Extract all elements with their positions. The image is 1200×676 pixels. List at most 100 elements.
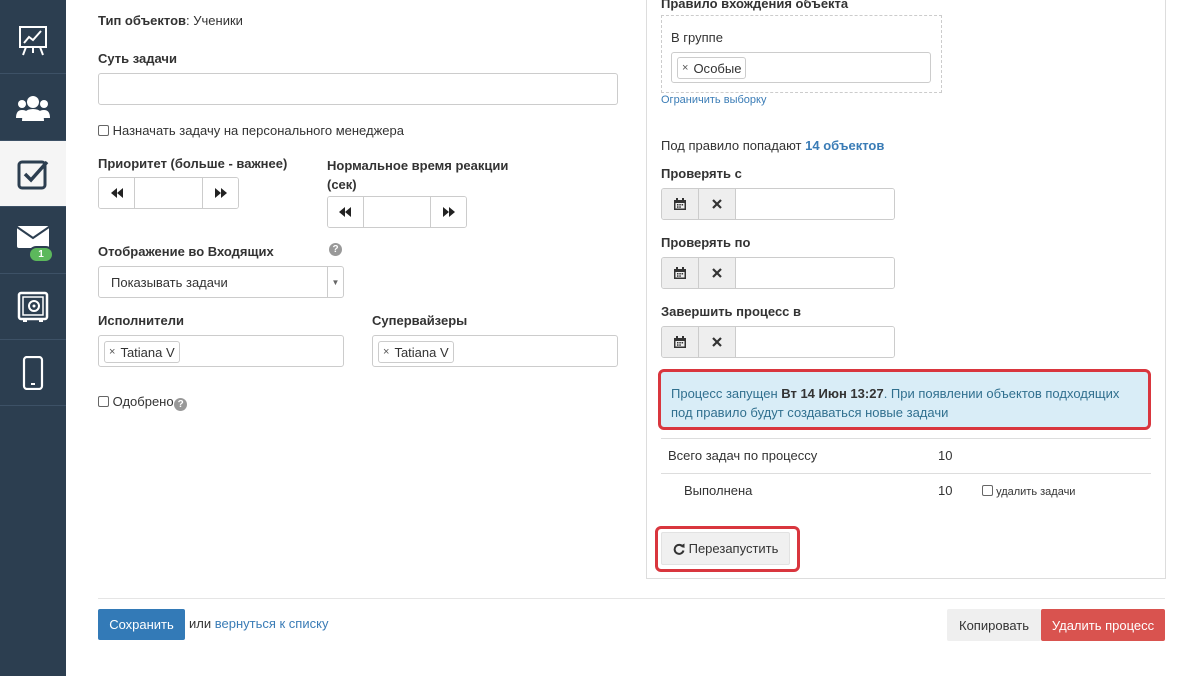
supervisors-label: Супервайзеры bbox=[372, 313, 468, 328]
task-essence-input[interactable] bbox=[98, 73, 618, 105]
restart-button-label: Перезапустить bbox=[688, 541, 779, 556]
reaction-time-label-line1: Нормальное время реакции bbox=[327, 158, 509, 173]
inbox-display-label: Отображение во Входящих bbox=[98, 244, 274, 259]
object-type-label: Тип объектов bbox=[98, 13, 187, 28]
calendar-icon bbox=[674, 267, 686, 279]
stats-divider bbox=[661, 438, 1151, 439]
in-group-label: В группе bbox=[671, 30, 723, 45]
alert-prefix: Процесс запущен bbox=[671, 386, 782, 401]
sidebar: 1 bbox=[0, 0, 66, 676]
check-to-input[interactable] bbox=[736, 258, 894, 288]
supervisor-tag: × Tatiana V bbox=[378, 341, 454, 363]
inbox-display-select[interactable]: Показывать задачи ▼ bbox=[98, 266, 344, 298]
done-tasks-label: Выполнена bbox=[684, 483, 753, 498]
done-tasks-value: 10 bbox=[938, 483, 953, 498]
help-icon[interactable]: ? bbox=[329, 243, 342, 256]
fast-forward-icon bbox=[442, 207, 455, 217]
total-tasks-value: 10 bbox=[938, 448, 953, 463]
priority-decrease-button[interactable] bbox=[99, 178, 135, 208]
inbox-display-value: Показывать задачи bbox=[111, 274, 228, 290]
delete-tasks-checkbox[interactable] bbox=[982, 485, 993, 496]
delete-tasks-row: удалить задачи bbox=[982, 485, 1075, 498]
reaction-time-input[interactable] bbox=[364, 197, 431, 227]
matching-objects: Под правило попадают 14 объектов bbox=[661, 138, 884, 153]
priority-increase-button[interactable] bbox=[202, 178, 238, 208]
limit-selection-link[interactable]: Ограничить выборку bbox=[661, 94, 766, 106]
assign-manager-label: Назначать задачу на персонального менедж… bbox=[112, 123, 404, 138]
back-to-list-link[interactable]: вернуться к списку bbox=[215, 616, 329, 631]
restart-button[interactable]: Перезапустить bbox=[661, 532, 790, 565]
supervisors-input[interactable]: × Tatiana V bbox=[372, 335, 618, 367]
footer-divider bbox=[98, 598, 1165, 599]
delete-tasks-label: удалить задачи bbox=[996, 486, 1076, 498]
check-to-label: Проверять по bbox=[661, 235, 751, 250]
matching-text: Под правило попадают bbox=[661, 138, 802, 153]
group-tags-input[interactable]: × Особые bbox=[671, 52, 931, 83]
approved-label: Одобрено bbox=[112, 394, 174, 409]
reaction-time-decrease-button[interactable] bbox=[328, 197, 364, 227]
check-to-datetime bbox=[661, 257, 895, 289]
fast-forward-icon bbox=[214, 188, 227, 198]
matching-count-link[interactable]: 14 объектов bbox=[805, 138, 884, 153]
remove-tag-icon[interactable]: × bbox=[682, 62, 688, 74]
reaction-time-label: Нормальное время реакции (сек) bbox=[327, 156, 508, 194]
inbox-count-badge: 1 bbox=[28, 246, 54, 263]
finish-datetime bbox=[661, 326, 895, 358]
executors-input[interactable]: × Tatiana V bbox=[98, 335, 344, 367]
clear-button[interactable] bbox=[699, 189, 736, 219]
copy-button[interactable]: Копировать bbox=[947, 609, 1041, 641]
executor-tag: × Tatiana V bbox=[104, 341, 180, 363]
close-icon bbox=[712, 268, 722, 278]
mobile-phone-icon bbox=[22, 355, 44, 390]
executor-tag-label: Tatiana V bbox=[120, 344, 175, 360]
priority-stepper bbox=[98, 177, 239, 209]
object-type-value: : Ученики bbox=[186, 13, 243, 28]
fast-backward-icon bbox=[110, 188, 123, 198]
assign-manager-checkbox[interactable] bbox=[98, 125, 109, 136]
close-icon bbox=[712, 337, 722, 347]
remove-tag-icon[interactable]: × bbox=[109, 346, 115, 358]
finish-input[interactable] bbox=[736, 327, 894, 357]
priority-label: Приоритет (больше - важнее) bbox=[98, 156, 288, 171]
supervisor-tag-label: Tatiana V bbox=[394, 344, 449, 360]
save-button[interactable]: Сохранить bbox=[98, 609, 185, 640]
delete-process-button[interactable]: Удалить процесс bbox=[1041, 609, 1165, 641]
reaction-time-increase-button[interactable] bbox=[430, 197, 466, 227]
executors-label: Исполнители bbox=[98, 313, 184, 328]
back-row: или вернуться к списку bbox=[189, 616, 328, 631]
clear-button[interactable] bbox=[699, 327, 736, 357]
finish-label: Завершить процесс в bbox=[661, 304, 802, 319]
help-icon[interactable]: ? bbox=[174, 398, 188, 411]
safe-box-icon bbox=[17, 291, 49, 322]
sidebar-item-analytics[interactable] bbox=[0, 8, 66, 74]
chevron-down-icon: ▼ bbox=[327, 267, 343, 297]
check-from-input[interactable] bbox=[736, 189, 894, 219]
or-text: или bbox=[189, 616, 212, 631]
envelope-icon bbox=[16, 225, 50, 248]
check-from-label: Проверять с bbox=[661, 166, 742, 181]
sidebar-item-mobile[interactable] bbox=[0, 340, 66, 406]
approved-checkbox[interactable] bbox=[98, 396, 109, 407]
task-essence-label: Суть задачи bbox=[98, 51, 177, 66]
group-tag: × Особые bbox=[677, 57, 747, 79]
alert-date: Вт 14 Июн 13:27 bbox=[781, 386, 884, 401]
total-tasks-label: Всего задач по процессу bbox=[668, 448, 818, 463]
sidebar-item-inbox[interactable]: 1 bbox=[0, 208, 66, 274]
calendar-button[interactable] bbox=[662, 189, 699, 219]
close-icon bbox=[712, 199, 722, 209]
reaction-time-stepper bbox=[327, 196, 467, 228]
sidebar-item-tasks[interactable] bbox=[0, 141, 66, 207]
checkbox-tasks-icon bbox=[17, 160, 49, 189]
remove-tag-icon[interactable]: × bbox=[383, 346, 389, 358]
reaction-time-label-line2: (сек) bbox=[327, 177, 357, 192]
approved-row: Одобрено ? bbox=[98, 394, 188, 411]
object-type: Тип объектов: Ученики bbox=[98, 13, 243, 28]
sidebar-item-safe[interactable] bbox=[0, 274, 66, 340]
priority-input[interactable] bbox=[135, 178, 202, 208]
sidebar-item-users[interactable] bbox=[0, 75, 66, 141]
clear-button[interactable] bbox=[699, 258, 736, 288]
users-group-icon bbox=[16, 95, 50, 121]
calendar-button[interactable] bbox=[662, 258, 699, 288]
calendar-icon bbox=[674, 198, 686, 210]
calendar-button[interactable] bbox=[662, 327, 699, 357]
